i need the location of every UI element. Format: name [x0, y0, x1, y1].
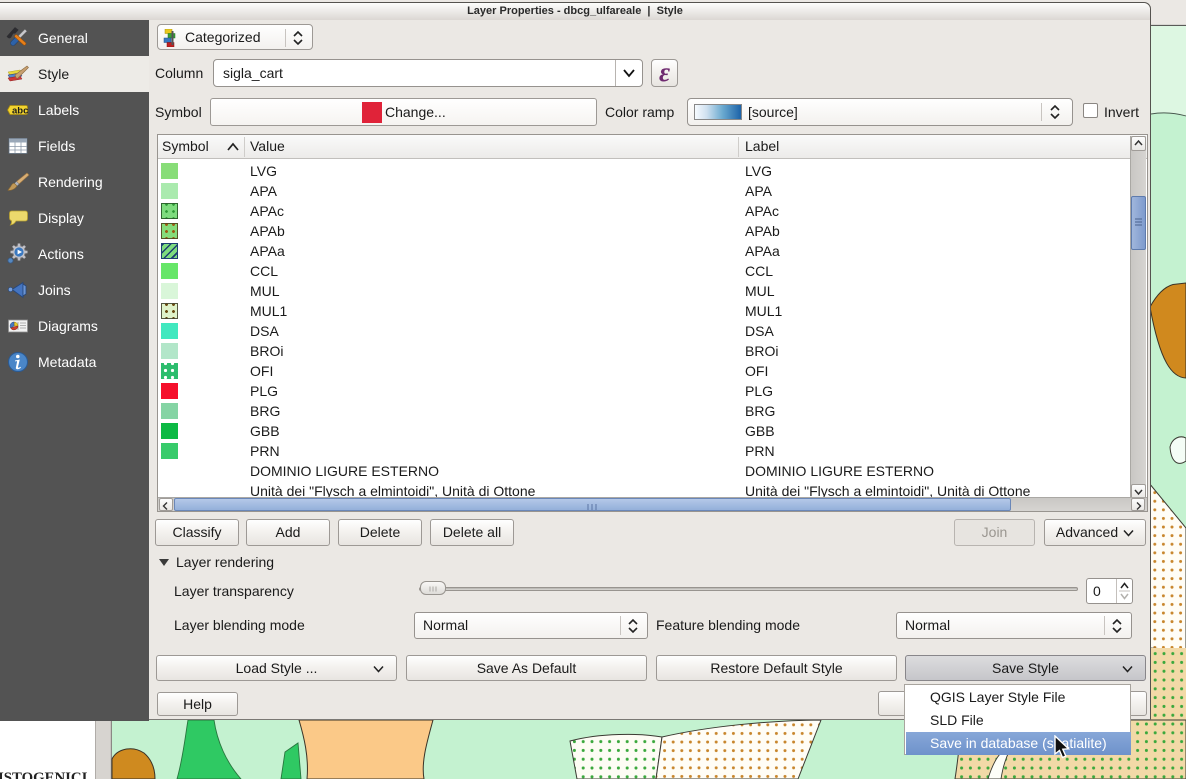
svg-text:abc: abc — [12, 105, 28, 116]
svg-text:ISTOGENICI: ISTOGENICI — [0, 770, 88, 779]
